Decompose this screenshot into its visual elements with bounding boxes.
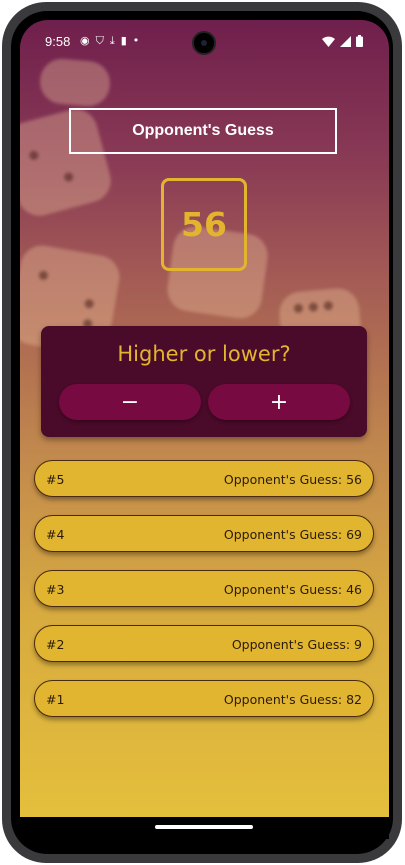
page-title: Opponent's Guess [69, 108, 337, 154]
download-icon: ⤓ [109, 34, 115, 47]
current-guess-display: 56 [161, 178, 247, 271]
signal-icon [340, 35, 351, 47]
round-number: #5 [46, 472, 65, 487]
guess-log-item: #1 Opponent's Guess: 82 [34, 680, 374, 717]
battery-icon [356, 35, 363, 47]
dot-icon: • [132, 34, 140, 47]
shield-icon: ⛉ [95, 34, 104, 47]
higher-button[interactable]: + [208, 384, 350, 420]
guess-text: Opponent's Guess: 9 [231, 637, 362, 652]
guess-text: Opponent's Guess: 69 [223, 527, 362, 542]
die-pip [323, 300, 334, 311]
lower-button[interactable]: − [59, 384, 201, 420]
system-nav-bar [20, 817, 389, 839]
die-pip [293, 303, 304, 314]
higher-lower-card: Higher or lower? − + [41, 326, 367, 437]
round-number: #1 [46, 692, 65, 707]
guess-text: Opponent's Guess: 82 [223, 692, 362, 707]
round-number: #2 [46, 637, 65, 652]
die-pip [63, 171, 75, 183]
die-pip [308, 302, 319, 312]
record-icon: ◉ [80, 34, 90, 47]
die-pip [38, 270, 49, 281]
guess-log-item: #3 Opponent's Guess: 46 [34, 570, 374, 607]
round-number: #4 [46, 527, 65, 542]
guess-text: Opponent's Guess: 56 [223, 472, 362, 487]
status-icons-left: ◉ ⛉ ⤓ ▮ • [80, 35, 139, 47]
guess-text: Opponent's Guess: 46 [223, 582, 362, 597]
sd-card-icon: ▮ [120, 34, 127, 47]
guess-log-item: #5 Opponent's Guess: 56 [34, 460, 374, 497]
status-time: 9:58 [45, 34, 71, 49]
die-pip [28, 149, 40, 161]
round-number: #3 [46, 582, 65, 597]
guess-log-item: #2 Opponent's Guess: 9 [34, 625, 374, 662]
status-bar: 9:58 ◉ ⛉ ⤓ ▮ • [20, 20, 389, 62]
card-title: Higher or lower? [117, 342, 291, 366]
status-icons-right [322, 35, 363, 47]
background-die [38, 57, 112, 108]
front-camera [192, 31, 216, 55]
guess-log-list[interactable]: #5 Opponent's Guess: 56 #4 Opponent's Gu… [34, 460, 374, 735]
die-pip [84, 298, 95, 309]
wifi-icon [322, 36, 335, 47]
app-screen: 9:58 ◉ ⛉ ⤓ ▮ • Opponent's Guess 56 Highe… [20, 20, 389, 817]
guess-log-item: #4 Opponent's Guess: 69 [34, 515, 374, 552]
home-gesture-handle[interactable] [155, 825, 253, 829]
